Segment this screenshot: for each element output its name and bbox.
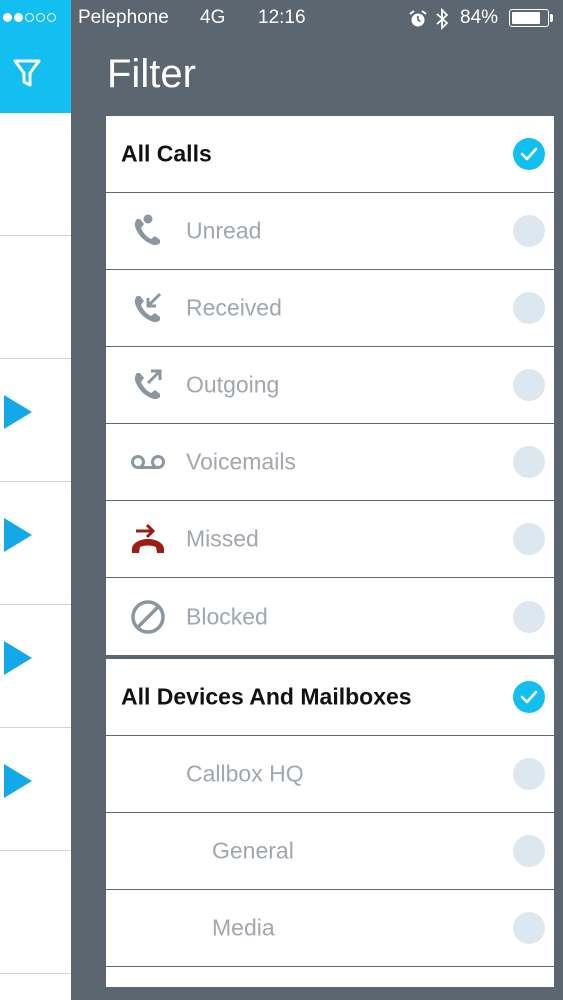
filter-label: Outgoing xyxy=(186,371,280,398)
list-item[interactable] xyxy=(0,359,71,482)
checkmark-icon xyxy=(520,147,538,161)
background-list xyxy=(0,0,71,1000)
filter-label: Blocked xyxy=(186,603,268,629)
battery-percentage: 84% xyxy=(460,7,499,28)
voicemail-icon xyxy=(131,455,165,469)
status-bar: Pelephone 4G 12:16 84% xyxy=(0,0,563,36)
alarm-icon xyxy=(409,10,427,27)
unread-checkbox[interactable] xyxy=(513,215,545,247)
filter-voicemails-row[interactable]: Voicemails xyxy=(106,424,554,501)
mailbox-label: Media xyxy=(212,914,275,941)
filter-label: Received xyxy=(186,294,282,321)
play-icon[interactable] xyxy=(4,641,32,675)
device-label: Callbox HQ xyxy=(186,760,304,787)
mailbox-label: General xyxy=(212,837,294,864)
list-item[interactable] xyxy=(0,236,71,359)
media-checkbox[interactable] xyxy=(513,912,545,944)
phone-received-icon xyxy=(134,292,162,323)
filter-outgoing-row[interactable]: Outgoing xyxy=(106,347,554,424)
mailbox-row-general[interactable]: General xyxy=(106,813,554,890)
play-icon[interactable] xyxy=(4,764,32,798)
devices-filter-section: All Devices And Mailboxes Callbox HQ Gen… xyxy=(106,659,554,987)
phone-missed-icon xyxy=(132,523,164,553)
all-calls-checkbox[interactable] xyxy=(513,138,545,170)
list-item[interactable] xyxy=(0,482,71,605)
all-devices-checkbox[interactable] xyxy=(513,681,545,713)
mailbox-row-media[interactable]: Media xyxy=(106,890,554,967)
page-title: Filter xyxy=(107,52,196,96)
filter-received-row[interactable]: Received xyxy=(106,270,554,347)
general-checkbox[interactable] xyxy=(513,835,545,867)
clock: 12:16 xyxy=(258,7,306,28)
all-devices-row[interactable]: All Devices And Mailboxes xyxy=(106,659,554,736)
voicemails-checkbox[interactable] xyxy=(513,446,545,478)
list-item[interactable] xyxy=(0,605,71,728)
carrier-name: Pelephone xyxy=(78,7,169,28)
filter-unread-row[interactable]: Unread xyxy=(106,193,554,270)
filter-label: Missed xyxy=(186,525,259,552)
outgoing-checkbox[interactable] xyxy=(513,369,545,401)
calls-filter-section: All Calls Unread Received Outgoing Voice… xyxy=(106,116,554,655)
network-type: 4G xyxy=(200,7,226,28)
signal-strength-icon xyxy=(3,13,56,22)
all-devices-label: All Devices And Mailboxes xyxy=(121,683,412,710)
blocked-checkbox[interactable] xyxy=(513,600,545,633)
battery-icon xyxy=(509,9,549,27)
device-row-callbox-hq[interactable]: Callbox HQ xyxy=(106,736,554,813)
list-item[interactable] xyxy=(0,851,71,974)
list-item[interactable] xyxy=(0,728,71,851)
missed-checkbox[interactable] xyxy=(513,523,545,555)
list-item[interactable] xyxy=(0,113,71,236)
blocked-icon xyxy=(131,599,165,634)
received-checkbox[interactable] xyxy=(513,292,545,324)
play-icon[interactable] xyxy=(4,518,32,552)
filter-blocked-row[interactable]: Blocked xyxy=(106,578,554,655)
phone-unread-icon xyxy=(134,214,160,246)
filter-icon xyxy=(13,59,41,87)
list-item[interactable] xyxy=(106,967,554,987)
all-calls-row[interactable]: All Calls xyxy=(106,116,554,193)
filter-label: Voicemails xyxy=(186,448,296,475)
checkmark-icon xyxy=(520,690,538,704)
bluetooth-icon xyxy=(436,8,449,30)
filter-missed-row[interactable]: Missed xyxy=(106,501,554,578)
callbox-hq-checkbox[interactable] xyxy=(513,758,545,790)
filter-label: Unread xyxy=(186,217,262,244)
play-icon[interactable] xyxy=(4,395,32,429)
all-calls-label: All Calls xyxy=(121,140,212,167)
phone-outgoing-icon xyxy=(134,369,162,400)
